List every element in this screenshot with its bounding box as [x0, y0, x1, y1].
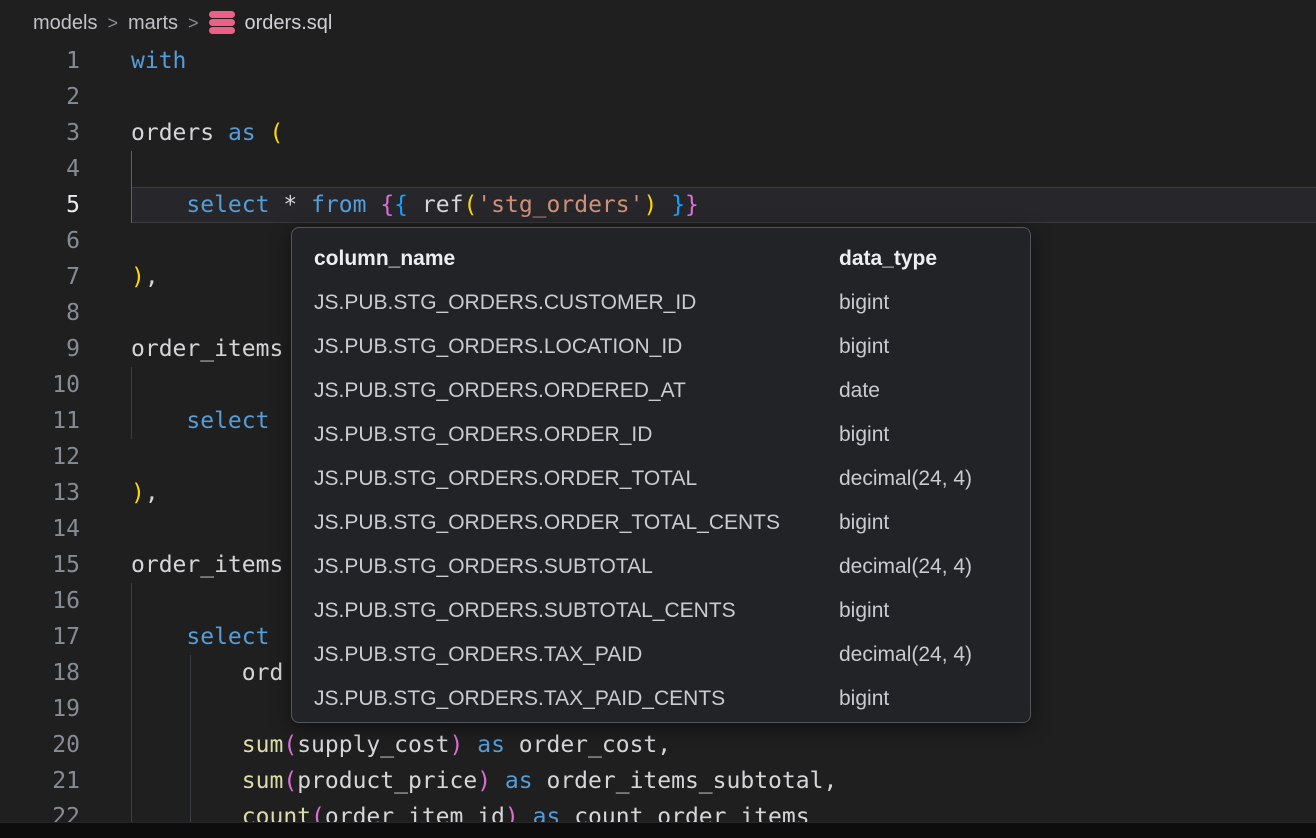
- indent-guide: [131, 151, 132, 187]
- code-line-text[interactable]: count(order_item_id) as count_order_item…: [131, 799, 810, 822]
- line-number[interactable]: 22: [0, 799, 80, 822]
- code-line[interactable]: 1 with: [0, 43, 1316, 79]
- code-line[interactable]: 20 sum(supply_cost) as order_cost,: [0, 727, 1316, 763]
- data-type-cell: bigint: [839, 687, 1030, 711]
- line-number[interactable]: 14: [0, 511, 80, 547]
- breadcrumb-file-name[interactable]: orders.sql: [245, 12, 333, 35]
- line-number[interactable]: 13: [0, 475, 80, 511]
- column-header-name: column_name: [314, 247, 839, 271]
- code-line[interactable]: 21 sum(product_price) as order_items_sub…: [0, 763, 1316, 799]
- column-name-cell: JS.PUB.STG_ORDERS.ORDERED_AT: [314, 379, 839, 403]
- indent-guide: [131, 655, 132, 691]
- code-line-text[interactable]: sum(product_price) as order_items_subtot…: [131, 763, 837, 799]
- indent-guide: [190, 763, 191, 799]
- column-name-cell: JS.PUB.STG_ORDERS.ORDER_ID: [314, 423, 839, 447]
- data-type-cell: decimal(24, 4): [839, 555, 1030, 579]
- data-type-cell: decimal(24, 4): [839, 643, 1030, 667]
- database-icon: [209, 11, 235, 35]
- indent-guide: [190, 691, 191, 727]
- code-line-text[interactable]: select: [131, 619, 269, 655]
- column-name-cell: JS.PUB.STG_ORDERS.TAX_PAID_CENTS: [314, 687, 839, 711]
- code-line-text[interactable]: ),: [131, 259, 159, 295]
- code-line-text[interactable]: ),: [131, 475, 159, 511]
- code-editor-window: models > marts > orders.sql 1 with 23 order…: [0, 0, 1316, 838]
- code-line-text[interactable]: orders as (: [131, 115, 283, 151]
- code-line[interactable]: 5 select * from {{ ref('stg_orders') }}: [0, 187, 1316, 223]
- code-line[interactable]: 22 count(order_item_id) as count_order_i…: [0, 799, 1316, 822]
- line-number[interactable]: 21: [0, 763, 80, 799]
- line-number[interactable]: 20: [0, 727, 80, 763]
- column-name-cell: JS.PUB.STG_ORDERS.SUBTOTAL_CENTS: [314, 599, 839, 623]
- data-type-cell: bigint: [839, 335, 1030, 359]
- code-line[interactable]: 2: [0, 79, 1316, 115]
- code-line-text[interactable]: order_items: [131, 331, 283, 367]
- data-type-cell: bigint: [839, 291, 1030, 315]
- column-name-cell: JS.PUB.STG_ORDERS.ORDER_TOTAL_CENTS: [314, 511, 839, 535]
- indent-guide: [131, 187, 132, 223]
- indent-guide: [190, 727, 191, 763]
- data-type-cell: bigint: [839, 599, 1030, 623]
- line-number[interactable]: 9: [0, 331, 80, 367]
- column-info-popup: column_name data_type JS.PUB.STG_ORDERS.…: [291, 227, 1031, 723]
- data-type-cell: bigint: [839, 423, 1030, 447]
- code-line-text[interactable]: select: [131, 403, 269, 439]
- column-name-cell: JS.PUB.STG_ORDERS.CUSTOMER_ID: [314, 291, 839, 315]
- line-number[interactable]: 5: [0, 187, 80, 223]
- line-number[interactable]: 8: [0, 295, 80, 331]
- code-line-text[interactable]: sum(supply_cost) as order_cost,: [131, 727, 671, 763]
- indent-guide: [131, 727, 132, 763]
- column-info-table: column_name data_type JS.PUB.STG_ORDERS.…: [314, 237, 1030, 721]
- column-name-cell: JS.PUB.STG_ORDERS.LOCATION_ID: [314, 335, 839, 359]
- line-number[interactable]: 18: [0, 655, 80, 691]
- line-number[interactable]: 6: [0, 223, 80, 259]
- breadcrumb-item-models[interactable]: models: [33, 12, 97, 35]
- line-number[interactable]: 16: [0, 583, 80, 619]
- line-number[interactable]: 15: [0, 547, 80, 583]
- indent-guide: [190, 799, 191, 822]
- column-name-cell: JS.PUB.STG_ORDERS.SUBTOTAL: [314, 555, 839, 579]
- indent-guide: [131, 619, 132, 655]
- indent-guide: [131, 691, 132, 727]
- line-number[interactable]: 17: [0, 619, 80, 655]
- indent-guide: [131, 367, 132, 403]
- line-number[interactable]: 4: [0, 151, 80, 187]
- code-line-text[interactable]: with: [131, 43, 186, 79]
- column-name-cell: JS.PUB.STG_ORDERS.TAX_PAID: [314, 643, 839, 667]
- line-number[interactable]: 12: [0, 439, 80, 475]
- data-type-cell: date: [839, 379, 1030, 403]
- bottom-panel-edge: [0, 822, 1316, 838]
- code-line-text[interactable]: ord: [131, 655, 283, 691]
- line-number[interactable]: 10: [0, 367, 80, 403]
- line-number[interactable]: 1: [0, 43, 80, 79]
- indent-guide: [131, 799, 132, 822]
- code-line[interactable]: 4: [0, 151, 1316, 187]
- data-type-cell: bigint: [839, 511, 1030, 535]
- indent-guide: [131, 763, 132, 799]
- line-number[interactable]: 2: [0, 79, 80, 115]
- code-line-text[interactable]: order_items: [131, 547, 283, 583]
- column-header-type: data_type: [839, 247, 1030, 271]
- code-line[interactable]: 3 orders as (: [0, 115, 1316, 151]
- breadcrumb: models > marts > orders.sql: [0, 0, 1316, 46]
- line-number[interactable]: 11: [0, 403, 80, 439]
- column-name-cell: JS.PUB.STG_ORDERS.ORDER_TOTAL: [314, 467, 839, 491]
- line-number[interactable]: 19: [0, 691, 80, 727]
- indent-guide: [131, 403, 132, 439]
- line-number[interactable]: 3: [0, 115, 80, 151]
- breadcrumb-separator: >: [107, 13, 118, 34]
- line-number[interactable]: 7: [0, 259, 80, 295]
- code-line-text[interactable]: select * from {{ ref('stg_orders') }}: [131, 187, 699, 223]
- data-type-cell: decimal(24, 4): [839, 467, 1030, 491]
- breadcrumb-item-marts[interactable]: marts: [128, 12, 178, 35]
- indent-guide: [190, 655, 191, 691]
- breadcrumb-separator: >: [188, 13, 199, 34]
- indent-guide: [131, 583, 132, 619]
